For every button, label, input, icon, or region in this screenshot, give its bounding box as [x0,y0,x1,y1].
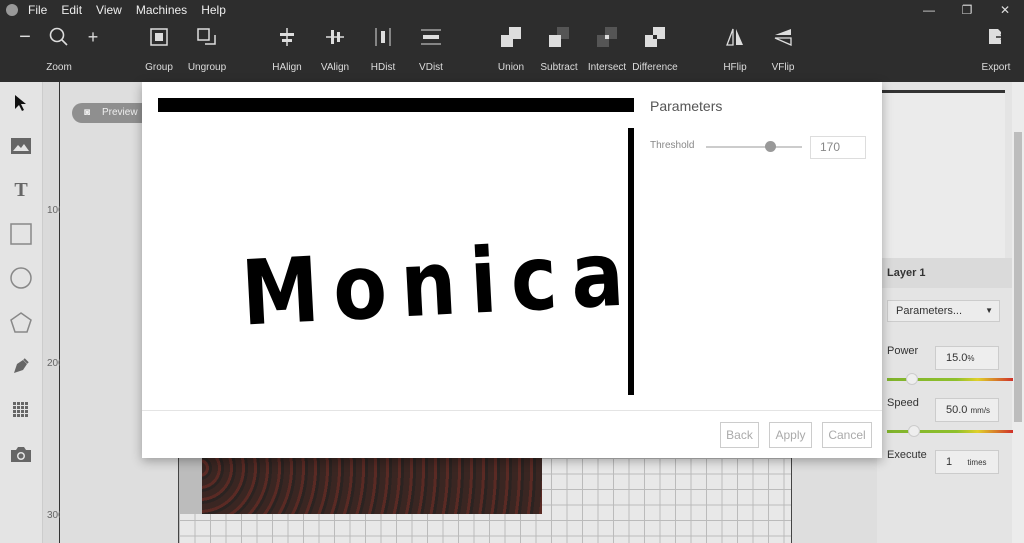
dialog-divider [142,410,882,411]
cancel-button[interactable]: Cancel [822,422,872,448]
menu-machines[interactable]: Machines [136,3,187,17]
difference-button[interactable]: Difference [632,20,678,82]
back-button[interactable]: Back [720,422,759,448]
power-label: Power [887,345,919,357]
halign-icon [272,20,302,54]
power-slider[interactable] [887,373,1013,385]
preview-button[interactable]: ◙ Preview [72,103,152,123]
subtract-button[interactable]: Subtract [540,20,578,82]
zoom-out-button[interactable]: − [14,20,36,82]
hflip-button[interactable]: HFlip [720,20,750,82]
camera-icon [11,447,31,462]
vdist-icon [416,20,446,54]
grid-array-icon [13,402,28,417]
power-input[interactable]: 15.0% [935,346,999,370]
speed-slider-knob[interactable] [908,425,921,437]
subtract-icon [544,20,574,54]
group-button[interactable]: Group [144,20,174,82]
camera-icon: ◙ [84,107,91,118]
handwriting-image: Monica [158,98,640,395]
execute-label: Execute [887,449,927,461]
camera-preview-image [180,458,542,514]
magnifier-icon [44,20,74,54]
app-logo-icon [6,4,18,16]
ruler-mark: 100 [47,205,64,216]
preset-dropdown[interactable]: Parameters... ▼ [887,300,1000,322]
union-button[interactable]: Union [496,20,526,82]
image-threshold-dialog: Monica Parameters Threshold 170 Back App… [142,82,882,458]
hdist-button[interactable]: HDist [368,20,398,82]
select-icon [15,95,26,111]
rectangle-icon [10,223,32,245]
hflip-icon [720,20,750,54]
handwritten-name: Monica [239,221,634,346]
threshold-label: Threshold [650,140,695,151]
ruler-mark: 200 [47,358,64,369]
union-icon [496,20,526,54]
menu-edit[interactable]: Edit [61,3,82,17]
threshold-preview-image: Monica [158,98,640,395]
text-icon: T [14,178,28,201]
panel-scrollbar[interactable] [1012,82,1024,543]
group-icon [144,20,174,54]
speed-input[interactable]: 50.0 mm/s [935,398,999,422]
image-tool[interactable] [8,133,34,159]
right-panel: Layer 1 Parameters... ▼ Power 15.0% Speed… [877,82,1024,543]
pen-tool[interactable] [8,353,34,379]
ruler-mark: 300 [47,510,64,521]
ungroup-button[interactable]: Ungroup [188,20,226,82]
apply-button[interactable]: Apply [769,422,812,448]
close-button[interactable]: ✕ [986,0,1024,20]
vflip-icon [768,20,798,54]
threshold-slider[interactable] [706,141,802,152]
polygon-tool[interactable] [8,310,34,336]
valign-button[interactable]: VAlign [320,20,350,82]
intersect-icon [592,20,622,54]
layer-title: Layer 1 [877,258,1012,288]
difference-icon [640,20,670,54]
menu-file[interactable]: File [28,3,47,17]
zoom-button[interactable]: Zoom [44,20,74,82]
rectangle-tool[interactable] [8,221,34,247]
text-tool[interactable]: T [8,177,34,203]
zoom-in-button[interactable]: + [82,20,104,82]
halign-button[interactable]: HAlign [272,20,302,82]
polygon-icon [10,312,32,333]
vdist-button[interactable]: VDist [416,20,446,82]
threshold-input[interactable]: 170 [810,136,866,159]
camera-tool[interactable] [8,441,34,467]
ungroup-icon [192,20,222,54]
chevron-down-icon: ▼ [985,306,993,315]
menu-view[interactable]: View [96,3,122,17]
tool-panel: T [0,82,43,543]
toolbar: − Zoom + Group Ungroup HAlign VAlign HDi… [0,20,1024,82]
minimize-button[interactable]: — [910,0,948,20]
vflip-button[interactable]: VFlip [768,20,798,82]
valign-icon [320,20,350,54]
speed-label: Speed [887,397,919,409]
ellipse-icon [10,267,32,289]
maximize-button[interactable]: ❐ [948,0,986,20]
hdist-icon [368,20,398,54]
intersect-button[interactable]: Intersect [588,20,626,82]
ellipse-tool[interactable] [8,265,34,291]
menu-bar: File Edit View Machines Help — ❐ ✕ [0,0,1024,20]
speed-slider[interactable] [887,425,1013,437]
vertical-ruler: 100 200 300 [43,82,64,543]
select-tool[interactable] [8,90,34,116]
parameters-title: Parameters [650,98,723,114]
power-slider-knob[interactable] [905,373,918,385]
array-tool[interactable] [8,397,34,423]
export-button[interactable]: Export [981,20,1011,82]
export-icon [981,20,1011,54]
execute-input[interactable]: 1 times [935,450,999,474]
threshold-slider-knob[interactable] [765,141,776,152]
image-icon [11,138,31,154]
pen-icon [14,358,29,373]
menu-help[interactable]: Help [201,3,226,17]
object-panel [882,90,1005,258]
